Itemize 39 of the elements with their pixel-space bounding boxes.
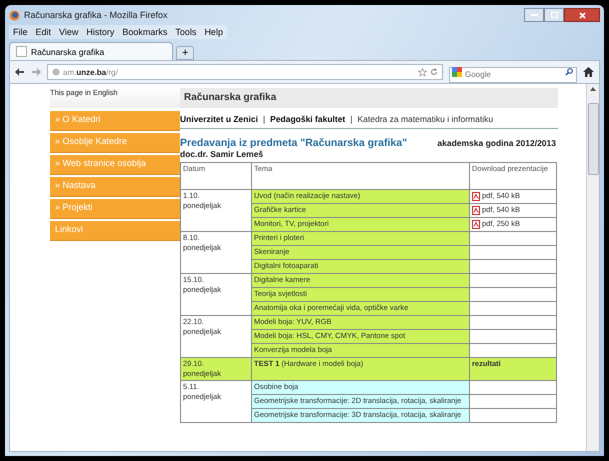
menu-item[interactable]: Bookmarks xyxy=(122,27,168,37)
browser-logo-icon xyxy=(9,10,20,20)
menu-item[interactable]: Tools xyxy=(175,27,196,37)
search-field[interactable]: Google xyxy=(449,66,577,82)
pdf-icon xyxy=(472,192,480,200)
address-field[interactable]: am.unze.ba/rg/ xyxy=(47,64,443,80)
pdf-icon xyxy=(472,220,480,228)
breadcrumb-link[interactable]: Katedra za matematiku i informatiku xyxy=(357,114,494,124)
new-tab-button[interactable]: + xyxy=(176,46,194,60)
bookmark-star-icon[interactable] xyxy=(418,68,427,76)
search-icon[interactable] xyxy=(565,68,573,76)
breadcrumb-link[interactable]: Pedagoški fakultet xyxy=(270,114,346,124)
reload-icon[interactable] xyxy=(430,68,438,76)
back-icon[interactable] xyxy=(15,67,25,77)
close-icon xyxy=(578,12,586,18)
scrollbar[interactable] xyxy=(586,84,599,451)
minimize-button[interactable] xyxy=(524,8,544,22)
menu-item[interactable]: Help xyxy=(204,27,223,37)
page-header: Računarska grafika xyxy=(180,88,558,108)
maximize-button[interactable] xyxy=(544,8,564,22)
maximize-icon xyxy=(550,12,558,18)
menu-item[interactable]: File xyxy=(13,27,28,37)
window-title: Računarska grafika - Mozilla Firefox xyxy=(24,10,169,20)
close-button[interactable] xyxy=(564,8,600,22)
pdf-icon xyxy=(472,206,480,214)
breadcrumb-separator: | xyxy=(350,114,352,124)
menu-item[interactable]: View xyxy=(59,27,78,37)
menu-item[interactable]: Edit xyxy=(36,27,52,37)
browser-tab[interactable]: Računarska grafika xyxy=(9,42,173,60)
home-icon[interactable] xyxy=(583,67,594,77)
forward-icon[interactable] xyxy=(31,67,41,77)
breadcrumb-separator: | xyxy=(262,114,266,124)
academic-year: akademska godina 2012/2013 xyxy=(437,138,557,148)
minimize-icon xyxy=(530,14,538,16)
search-engine-icon[interactable] xyxy=(452,67,462,77)
lecturer-name: doc.dr. Samir Lemeš xyxy=(180,149,264,159)
menu-item[interactable]: History xyxy=(86,27,114,37)
course-heading: Predavanja iz predmeta "Računarska grafika" xyxy=(180,137,408,149)
breadcrumb-link[interactable]: Univerzitet u Zenici xyxy=(180,114,258,124)
